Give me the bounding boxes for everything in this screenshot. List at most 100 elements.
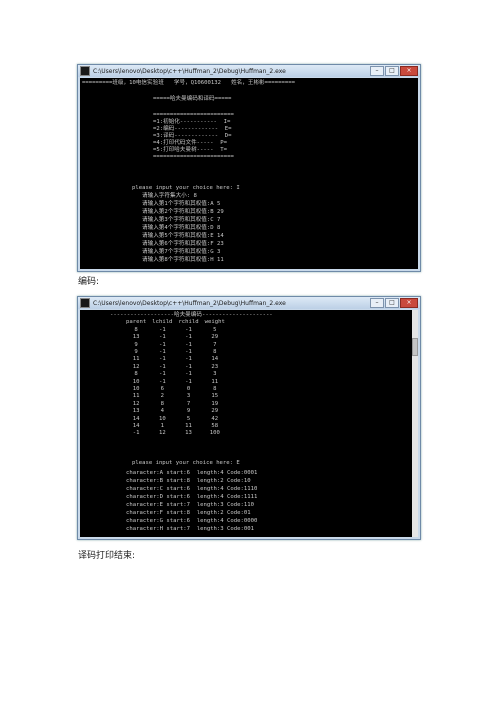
cell: 14 <box>211 356 219 363</box>
choice-prompt: please input your choice here: E <box>132 460 240 466</box>
console-app-icon <box>80 66 90 76</box>
cell: -1 <box>158 363 166 370</box>
cell: 8 <box>213 385 217 392</box>
input-line: 请输入第7个字符和其权值:G 3 <box>142 249 221 255</box>
table-row: 10 6 0 8 <box>126 386 231 393</box>
cell: -1 <box>132 430 140 437</box>
code-line: character:B start:8 length:2 Code:10 <box>126 478 251 484</box>
header-info-line: =========班级，10电信实验班 学号，Q10600132 姓名，王彬彬=… <box>82 80 295 86</box>
cell: 3 <box>186 393 191 400</box>
code-line: character:E start:7 length:3 Code:110 <box>126 502 254 508</box>
cell: -1 <box>158 349 166 355</box>
cell: 8 <box>213 349 217 355</box>
cell: 3 <box>213 371 217 378</box>
vertical-scrollbar[interactable] <box>412 310 418 537</box>
input-line: 请输入第5个字符和其权值:E 14 <box>142 233 224 239</box>
cell: 6 <box>160 385 165 392</box>
cell: 13 <box>132 408 140 415</box>
cell: 23 <box>211 363 219 370</box>
console-window-1[interactable]: C:\Users\lenovo\Desktop\c++\Huffman_2\De… <box>77 64 421 272</box>
cell: 12 <box>132 400 140 407</box>
cell: 13 <box>185 430 192 437</box>
menu-item-print-tree: =5:打印哈夫曼树----- T= <box>153 147 227 153</box>
cell: 42 <box>211 415 219 422</box>
table-row: 12 -1 -1 23 <box>126 363 231 370</box>
cell: 8 <box>134 371 138 378</box>
cell: 11 <box>185 422 192 429</box>
menu-item-init: =1:初始化----------- I= <box>153 119 231 125</box>
cell: 8 <box>134 326 138 333</box>
table-header-row: parent lchild rchild weight <box>126 319 231 326</box>
input-line: 请输入第8个字符和其权值:H 11 <box>142 257 224 263</box>
title-bar[interactable]: C:\Users\lenovo\Desktop\c++\Huffman_2\De… <box>78 297 420 309</box>
cell: -1 <box>158 356 166 363</box>
cell: 14 <box>132 422 140 429</box>
table-row: 13 -1 -1 29 <box>126 334 231 341</box>
cell: 100 <box>209 430 220 437</box>
cell: 11 <box>211 378 219 385</box>
column-header: parent <box>126 319 147 326</box>
cell: -1 <box>185 334 192 341</box>
cell: 11 <box>132 356 140 363</box>
console-app-icon <box>80 298 90 308</box>
cell: -1 <box>158 334 166 341</box>
table-row: 14 1 11 58 <box>126 422 231 429</box>
cell: -1 <box>185 363 192 370</box>
code-line: character:D start:6 length:4 Code:1111 <box>126 494 258 500</box>
cell: 7 <box>186 400 191 407</box>
cell: 11 <box>132 393 140 400</box>
console-output: -------------------哈夫曼编码----------------… <box>80 310 418 537</box>
close-button[interactable]: × <box>400 298 418 308</box>
code-line: character:F start:8 length:2 Code:01 <box>126 510 251 516</box>
input-line: 请输入第1个字符和其权值:A 5 <box>142 201 221 207</box>
table-row: -1 12 13 100 <box>126 430 231 437</box>
cell: -1 <box>158 326 166 333</box>
cell: -1 <box>185 378 192 385</box>
close-button[interactable]: × <box>400 66 418 76</box>
title-bar[interactable]: C:\Users\lenovo\Desktop\c++\Huffman_2\De… <box>78 65 420 77</box>
code-line: character:H start:7 length:3 Code:001 <box>126 526 254 532</box>
cell: -1 <box>185 356 192 363</box>
console-window-2[interactable]: C:\Users\lenovo\Desktop\c++\Huffman_2\De… <box>77 296 421 540</box>
cell: -1 <box>185 341 192 348</box>
tree-header-line: -------------------哈夫曼编码----------------… <box>110 312 273 318</box>
maximize-button[interactable]: □ <box>385 298 399 308</box>
cell: 19 <box>211 400 219 407</box>
cell: -1 <box>185 349 192 355</box>
cell: -1 <box>158 341 166 348</box>
cell: 8 <box>160 400 165 407</box>
cell: -1 <box>158 371 166 378</box>
huffman-tree-table: parent lchild rchild weight 8 -1 -1 5 13 -1-… <box>126 319 231 437</box>
minimize-button[interactable]: – <box>370 66 384 76</box>
input-line: 请输入第3个字符和其权值:C 7 <box>142 217 221 223</box>
console-output: =========班级，10电信实验班 学号，Q10600132 姓名，王彬彬=… <box>80 78 418 269</box>
table-row: 12 8 7 19 <box>126 400 231 407</box>
cell: -1 <box>158 378 166 385</box>
column-header: weight <box>204 319 225 326</box>
window-title: C:\Users\lenovo\Desktop\c++\Huffman_2\De… <box>93 67 286 75</box>
table-row: 8 -1 -1 5 <box>126 326 231 333</box>
menu-title: =====哈夫曼编码和译码===== <box>153 96 232 102</box>
cell: 10 <box>132 378 140 385</box>
table-row: 13 4 9 29 <box>126 408 231 415</box>
column-header: rchild <box>178 319 199 326</box>
scrollbar-thumb[interactable] <box>412 338 418 356</box>
cell: 2 <box>160 393 165 400</box>
cell: 13 <box>132 334 140 341</box>
minimize-button[interactable]: – <box>370 298 384 308</box>
input-line: 请输入字符集大小: 8 <box>142 193 197 199</box>
table-row: 8 -1 -1 3 <box>126 371 231 378</box>
input-line: 请输入第2个字符和其权值:B 29 <box>142 209 224 215</box>
code-line: character:G start:6 length:4 Code:0000 <box>126 518 258 524</box>
cell: 12 <box>132 363 140 370</box>
maximize-button[interactable]: □ <box>385 66 399 76</box>
table-row: 14 10 5 42 <box>126 415 231 422</box>
menu-item-encode: =2:编码------------- E= <box>153 126 232 132</box>
cell: 7 <box>213 341 217 348</box>
input-line: 请输入第4个字符和其权值:D 8 <box>142 225 221 231</box>
table-row: 9 -1 -1 8 <box>126 349 231 356</box>
table-row: 9 -1 -1 7 <box>126 341 231 348</box>
table-row: 10 -1 -1 11 <box>126 378 231 385</box>
menu-border-bottom: ======================== <box>153 154 234 160</box>
window-title: C:\Users\lenovo\Desktop\c++\Huffman_2\De… <box>93 299 286 307</box>
